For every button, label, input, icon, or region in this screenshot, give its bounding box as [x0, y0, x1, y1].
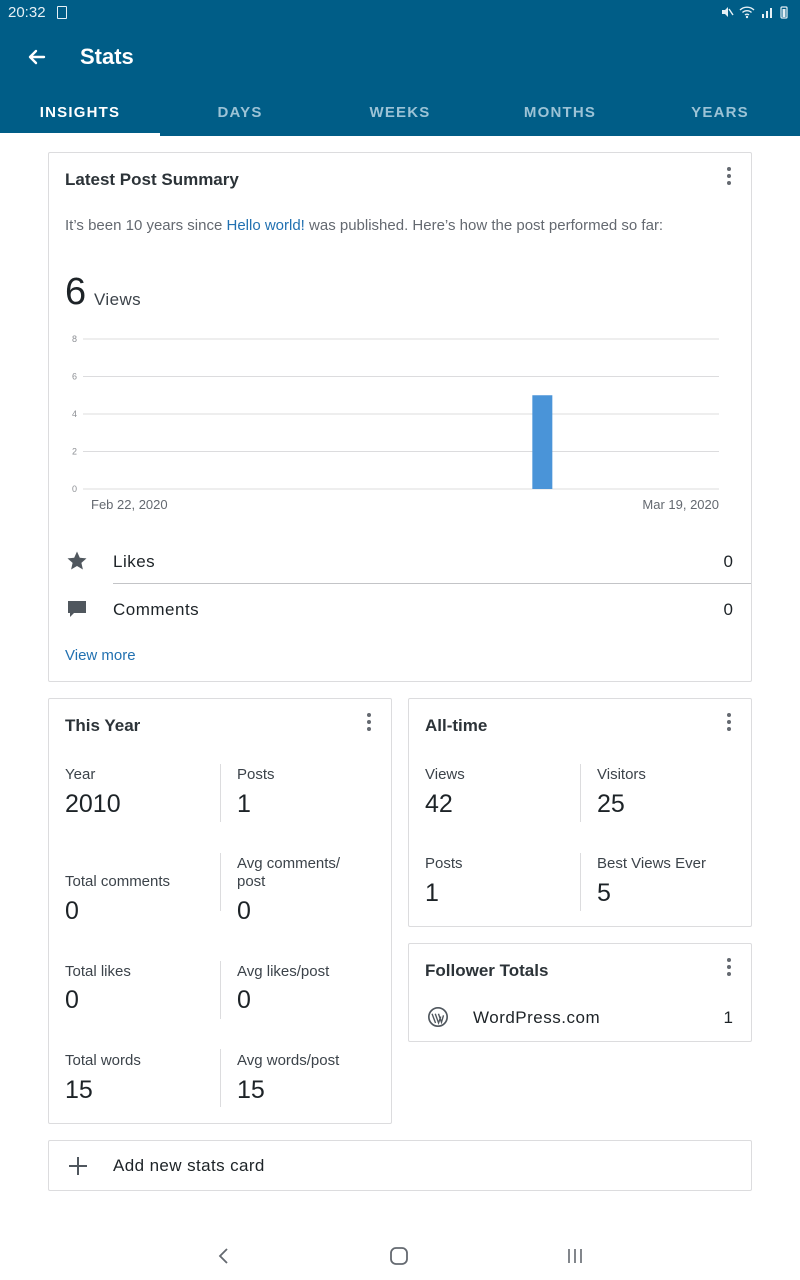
star-icon [67, 551, 87, 570]
stat-label-visitors: Visitors [597, 766, 646, 783]
chart-y-tick-label: 0 [72, 484, 77, 494]
summary-text: It’s been 10 years since Hello world! wa… [65, 217, 664, 234]
chart-y-tick-label: 8 [72, 334, 77, 344]
card-title: All-time [425, 716, 488, 735]
comments-value: 0 [723, 600, 733, 619]
latest-post-summary-card: Latest Post Summary It’s been 10 years s… [48, 152, 752, 682]
post-link[interactable]: Hello world! [226, 217, 304, 234]
chart-y-tick-label: 4 [72, 409, 77, 419]
comments-label: Comments [113, 600, 200, 619]
follower-source: WordPress.com [473, 1008, 601, 1027]
stat-label-views: Views [425, 766, 465, 783]
stat-value-avg-words: 15 [237, 1076, 265, 1104]
status-bar: 20:32 [0, 0, 800, 26]
tab-months[interactable]: MONTHS [480, 92, 640, 136]
stat-label-avg-likes: Avg likes/post [237, 963, 330, 980]
stat-label-total-comments: Total comments [65, 873, 171, 890]
views-chart: 0 2 4 6 8 Feb 22, 2020 Mar 19, 2020 [72, 334, 719, 512]
stat-label-posts: Posts [237, 766, 275, 783]
wordpress-icon [428, 1007, 448, 1027]
stat-value-posts: 1 [237, 790, 251, 818]
plus-icon [69, 1157, 87, 1175]
stat-value-total-likes: 0 [65, 986, 79, 1014]
chart-x-end-label: Mar 19, 2020 [642, 497, 719, 512]
card-title: Latest Post Summary [65, 170, 239, 189]
stat-value-best-views: 5 [597, 879, 611, 907]
divider [220, 961, 221, 1019]
view-more-link[interactable]: View more [65, 647, 136, 664]
divider [113, 583, 751, 584]
divider [220, 1049, 221, 1107]
card-title: This Year [65, 716, 141, 735]
stat-value-visitors: 25 [597, 790, 625, 818]
add-new-stats-card-button[interactable]: Add new stats card [48, 1140, 752, 1191]
nav-home-icon[interactable] [389, 1246, 409, 1266]
stat-value-year: 2010 [65, 790, 121, 818]
more-options-icon[interactable] [719, 956, 739, 980]
stat-label-best-views: Best Views Ever [597, 855, 706, 872]
tab-weeks[interactable]: WEEKS [320, 92, 480, 136]
chart-bar [532, 395, 553, 489]
add-card-label: Add new stats card [113, 1156, 265, 1175]
stat-label-avg-comments: Avg comments/ post [237, 855, 341, 890]
sim-card-icon [57, 6, 67, 19]
app-bar: Stats INSIGHTS DAYS WEEKS MONTHS YEARS [0, 26, 800, 136]
follower-totals-card: Follower Totals WordPress.com 1 [408, 943, 752, 1042]
stat-value-total-words: 15 [65, 1076, 93, 1104]
stat-value-total-comments: 0 [65, 897, 79, 925]
stat-value-views: 42 [425, 790, 453, 818]
stat-label-posts: Posts [425, 855, 463, 872]
divider [580, 853, 581, 911]
all-time-card: All-time Views 42 Visitors 25 Posts 1 Be… [408, 698, 752, 927]
views-count: 6 [65, 271, 87, 313]
nav-recents-icon[interactable] [565, 1246, 585, 1266]
battery-icon [780, 6, 788, 19]
stat-label-year: Year [65, 766, 96, 783]
tab-days[interactable]: DAYS [160, 92, 320, 136]
comment-icon [68, 601, 86, 617]
divider [220, 853, 221, 911]
more-options-icon[interactable] [719, 711, 739, 735]
system-nav-bar [0, 1234, 800, 1280]
stat-value-avg-comments: 0 [237, 897, 251, 925]
status-icons [720, 5, 788, 22]
status-time: 20:32 [8, 4, 46, 21]
tab-years[interactable]: YEARS [640, 92, 800, 136]
signal-icon [761, 8, 772, 18]
more-options-icon[interactable] [359, 711, 379, 735]
views-label: Views [94, 290, 142, 309]
wifi-icon [739, 6, 755, 19]
chart-y-tick-label: 6 [72, 372, 77, 382]
nav-back-icon[interactable] [214, 1246, 234, 1266]
page-title: Stats [80, 44, 134, 69]
tab-bar: INSIGHTS DAYS WEEKS MONTHS YEARS [0, 92, 800, 136]
this-year-card: This Year Year 2010 Posts 1 Total commen… [48, 698, 392, 1124]
likes-label: Likes [113, 552, 156, 571]
likes-value: 0 [723, 552, 733, 571]
card-title: Follower Totals [425, 961, 549, 980]
stat-label-total-words: Total words [65, 1052, 141, 1069]
divider [580, 764, 581, 822]
mute-icon [721, 7, 734, 17]
back-arrow-icon[interactable] [22, 42, 52, 72]
tab-insights[interactable]: INSIGHTS [0, 92, 160, 136]
stat-label-total-likes: Total likes [65, 963, 131, 980]
stat-value-posts: 1 [425, 879, 439, 907]
more-options-icon[interactable] [719, 165, 739, 189]
stat-value-avg-likes: 0 [237, 986, 251, 1014]
chart-y-tick-label: 2 [72, 447, 77, 457]
divider [220, 764, 221, 822]
chart-x-start-label: Feb 22, 2020 [91, 497, 168, 512]
follower-count: 1 [723, 1008, 733, 1027]
stat-label-avg-words: Avg words/post [237, 1052, 340, 1069]
